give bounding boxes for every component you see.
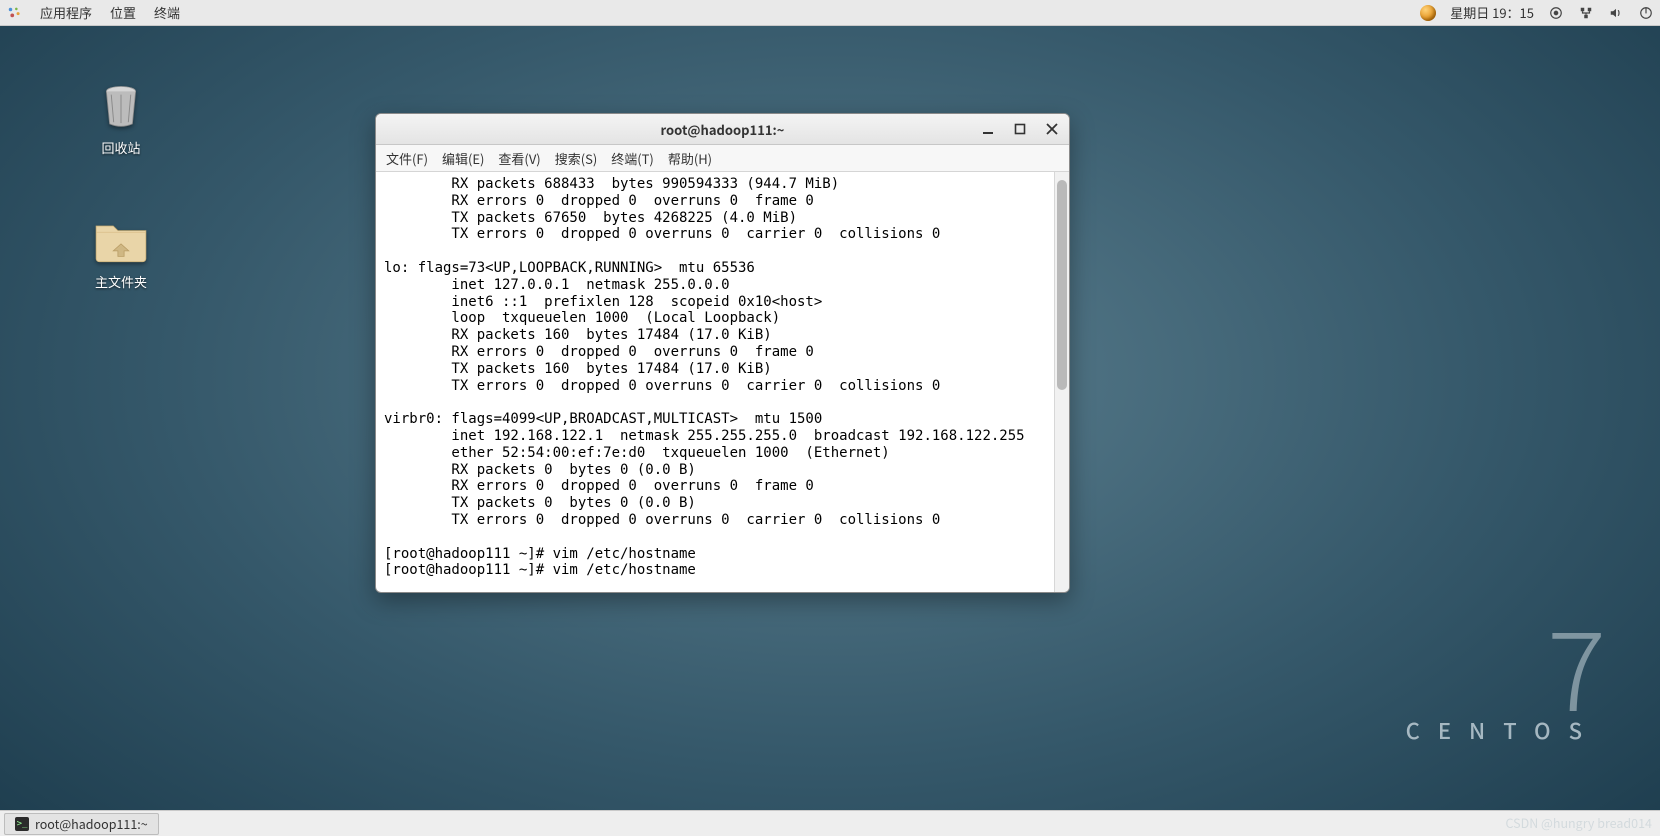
desktop-icon-home[interactable]: 主文件夹 [66,212,176,291]
desktop-icon-trash[interactable]: 回收站 [66,78,176,157]
menu-applications[interactable]: 应用程序 [40,3,92,22]
centos-7-glyph: 7 [1406,608,1600,718]
terminal-scrollbar-thumb[interactable] [1057,180,1067,390]
top-panel: 应用程序 位置 终端 星期日 19：15 [0,0,1660,26]
taskbar-entry-label: root@hadoop111:~ [35,814,148,833]
taskbar: >_ root@hadoop111:~ [0,810,1660,836]
desktop: 应用程序 位置 终端 星期日 19：15 [0,0,1660,836]
volume-icon[interactable] [1608,5,1624,21]
menu-edit[interactable]: 编辑(E) [442,149,484,168]
menu-file[interactable]: 文件(F) [386,149,428,168]
power-icon[interactable] [1638,5,1654,21]
update-notifier-icon[interactable] [1420,5,1436,21]
window-maximize-button[interactable] [1011,120,1029,138]
csdn-watermark: CSDN @hungry bread014 [1506,813,1653,832]
taskbar-entry-terminal[interactable]: >_ root@hadoop111:~ [4,813,159,835]
terminal-output[interactable]: RX packets 688433 bytes 990594333 (944.7… [376,172,1054,592]
terminal-scrollbar[interactable] [1054,172,1069,592]
window-minimize-button[interactable] [979,120,997,138]
menu-view[interactable]: 查看(V) [498,149,540,168]
terminal-icon: >_ [15,817,29,831]
menu-search[interactable]: 搜索(S) [555,149,598,168]
gnome-logo-icon [6,5,22,21]
window-title: root@hadoop111:~ [661,120,785,139]
network-icon[interactable] [1578,5,1594,21]
menu-help[interactable]: 帮助(H) [668,149,712,168]
window-close-button[interactable] [1043,120,1061,138]
window-titlebar[interactable]: root@hadoop111:~ [376,114,1069,145]
terminal-window: root@hadoop111:~ 文件(F) 编辑(E) 查看(V) 搜索(S)… [375,113,1070,593]
menu-terminal[interactable]: 终端(T) [611,149,654,168]
terminal-menubar: 文件(F) 编辑(E) 查看(V) 搜索(S) 终端(T) 帮助(H) [376,145,1069,172]
desktop-icon-trash-label: 回收站 [66,138,176,157]
desktop-icon-home-label: 主文件夹 [66,272,176,291]
centos-watermark: 7 CENTOS [1406,608,1600,746]
clock[interactable]: 星期日 19：15 [1450,3,1534,22]
menu-terminal[interactable]: 终端 [154,3,180,22]
privacy-icon[interactable] [1548,5,1564,21]
menu-places[interactable]: 位置 [110,3,136,22]
